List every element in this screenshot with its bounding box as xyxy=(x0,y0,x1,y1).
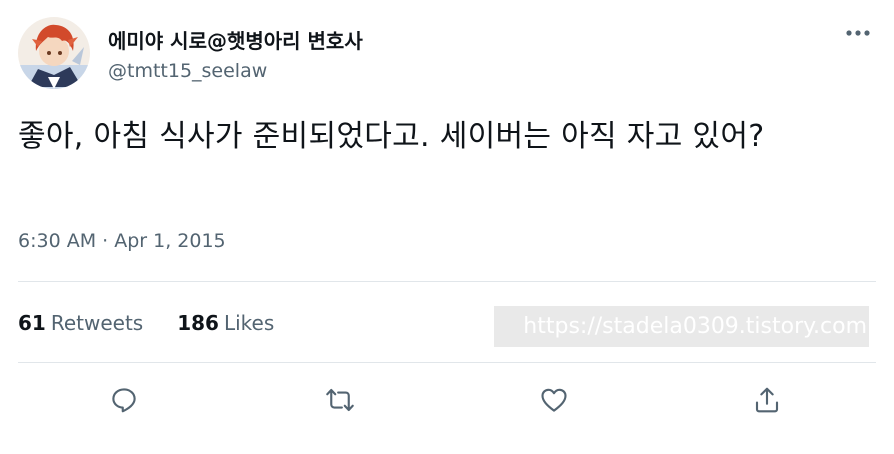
share-icon xyxy=(755,387,779,413)
tweet-card: 에미야 시로@햇병아리 변호사 @tmtt15_seelaw 좋아, 아침 식사… xyxy=(0,0,894,454)
reply-button[interactable] xyxy=(106,382,142,418)
more-options-button[interactable] xyxy=(840,22,876,44)
likes-count: 186 xyxy=(177,311,219,335)
retweets-label: Retweets xyxy=(50,311,144,335)
reply-icon xyxy=(112,388,136,413)
share-button[interactable] xyxy=(749,382,785,418)
divider-bottom xyxy=(18,362,876,363)
like-icon xyxy=(541,388,567,412)
retweets-stat[interactable]: 61 Retweets xyxy=(18,311,143,335)
more-horizontal-icon xyxy=(846,30,870,36)
avatar[interactable] xyxy=(18,17,90,89)
likes-stat[interactable]: 186 Likes xyxy=(177,311,274,335)
author-display-name[interactable]: 에미야 시로@햇병아리 변호사 xyxy=(108,25,363,54)
divider-top xyxy=(18,281,876,282)
watermark: https://stadela0309.tistory.com xyxy=(494,306,869,347)
retweet-button[interactable] xyxy=(322,382,358,418)
author-handle[interactable]: @tmtt15_seelaw xyxy=(108,60,267,82)
retweets-count: 61 xyxy=(18,311,46,335)
like-button[interactable] xyxy=(536,382,572,418)
tweet-text: 좋아, 아침 식사가 준비되었다고. 세이버는 아직 자고 있어? xyxy=(18,119,765,154)
tweet-timestamp[interactable]: 6:30 AM · Apr 1, 2015 xyxy=(18,230,226,252)
retweet-icon xyxy=(326,388,354,412)
likes-label: Likes xyxy=(223,311,275,335)
avatar-image xyxy=(18,17,90,89)
engagement-stats: 61 Retweets 186 Likes xyxy=(18,311,308,335)
